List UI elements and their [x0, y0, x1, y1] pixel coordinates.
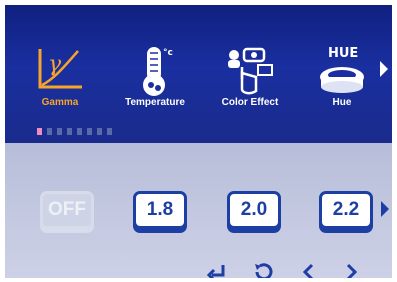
- page-dot: [87, 128, 92, 135]
- osd-frame: γ Gamma °c Temperature Color Effect HUE …: [5, 5, 392, 278]
- enter-icon[interactable]: [205, 261, 229, 278]
- gamma-option-off[interactable]: OFF: [40, 191, 94, 229]
- page-dot: [47, 128, 52, 135]
- color-effect-icon: [228, 47, 273, 95]
- option-label: OFF: [40, 191, 94, 229]
- page-dot: [37, 128, 42, 135]
- gamma-option-2-0[interactable]: 2.0: [227, 191, 281, 229]
- gamma-icon: γ: [38, 49, 82, 89]
- page-dot: [57, 128, 62, 135]
- page-dot: [77, 128, 82, 135]
- option-label: 2.2: [319, 191, 373, 229]
- hue-icon-text: HUE: [328, 46, 358, 61]
- menu-item-label: Gamma: [41, 97, 79, 108]
- options-panel: OFF 1.8 2.0 2.2: [5, 143, 392, 278]
- gamma-option-2-2[interactable]: 2.2: [319, 191, 373, 229]
- page-dot: [97, 128, 102, 135]
- left-icon[interactable]: [297, 261, 321, 278]
- menu-item-label: Hue: [332, 97, 352, 108]
- gamma-option-1-8[interactable]: 1.8: [133, 191, 187, 229]
- thermometer-unit: °c: [163, 48, 173, 58]
- menu-next-arrow-icon[interactable]: [380, 61, 388, 77]
- menu-item-gamma[interactable]: γ Gamma: [15, 35, 105, 115]
- thermometer-icon: °c: [143, 47, 173, 96]
- option-label: 2.0: [227, 191, 281, 229]
- back-icon[interactable]: [251, 261, 275, 278]
- menu-bar: γ Gamma °c Temperature Color Effect HUE …: [5, 5, 392, 143]
- menu-item-label: Color Effect: [221, 97, 279, 108]
- hue-icon: HUE: [320, 46, 364, 93]
- menu-item-label: Temperature: [125, 97, 185, 108]
- right-icon[interactable]: [339, 261, 363, 278]
- svg-text:γ: γ: [48, 52, 62, 77]
- menu-item-temperature[interactable]: °c Temperature: [110, 35, 200, 115]
- option-label: 1.8: [133, 191, 187, 229]
- page-dot: [67, 128, 72, 135]
- menu-item-hue[interactable]: HUE Hue: [297, 35, 387, 115]
- options-next-arrow-icon[interactable]: [381, 201, 389, 217]
- menu-item-color-effect[interactable]: Color Effect: [205, 35, 295, 115]
- page-dot: [107, 128, 112, 135]
